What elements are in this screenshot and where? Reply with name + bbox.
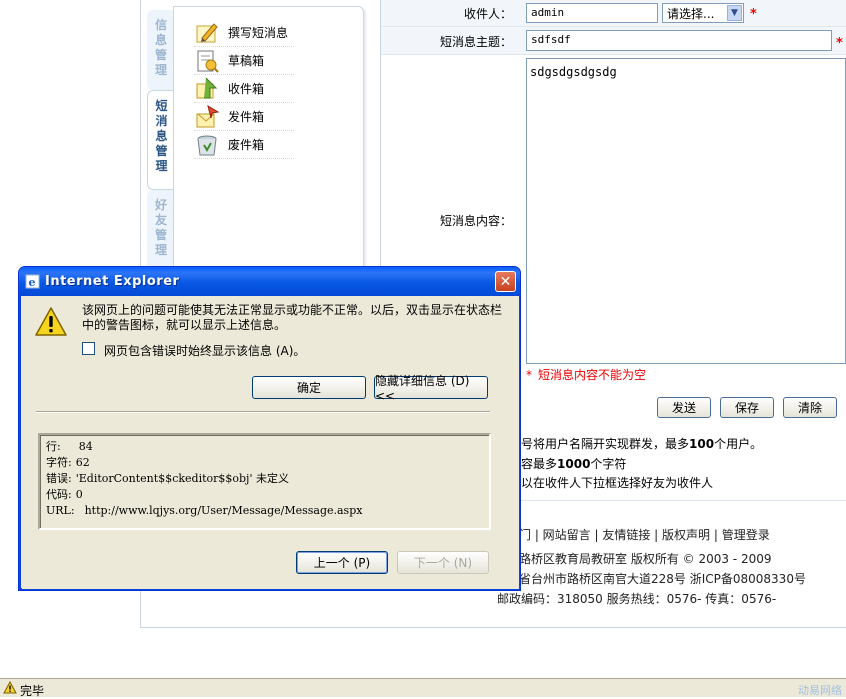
error-details-box: 行: 84 字符: 62 错误: 'EditorContent$$ckedito… <box>38 433 491 530</box>
tip-text: 以在收件人下拉框选择好友为收件人 <box>521 476 714 490</box>
save-button[interactable]: 保存 <box>720 397 774 418</box>
menu-item-inbox[interactable]: 收件箱 <box>194 75 294 103</box>
friend-select[interactable]: 请选择... ▼ <box>662 3 744 23</box>
detail-key: 字符: <box>46 456 72 469</box>
required-mark: * <box>526 368 532 382</box>
tip-text: 个字符 <box>590 457 627 471</box>
footer-address: 省台州市路桥区南官大道228号 浙ICP备08008330号 <box>519 572 806 586</box>
dialog-message: 该网页上的问题可能使其无法正常显示或功能不正常。以后，双击显示在状态栏中的警告图… <box>82 303 503 332</box>
warning-icon <box>34 306 68 338</box>
status-bar <box>0 678 846 697</box>
friend-select-value: 请选择... <box>667 6 715 21</box>
content-label: 短消息内容： <box>439 214 512 228</box>
footer-separator <box>497 500 846 501</box>
chevron-down-icon[interactable]: ▼ <box>727 5 742 21</box>
detail-key: 代码: <box>46 488 72 501</box>
tab-info-management[interactable]: 信息管理 <box>147 10 175 90</box>
tip-line-3: 以在收件人下拉框选择好友为收件人 <box>521 474 713 491</box>
watermark: 动易网络 <box>798 684 842 697</box>
send-button[interactable]: 发送 <box>657 397 711 418</box>
tip-text: 容最多 <box>521 457 558 471</box>
tab-info-label: 信息管理 <box>154 18 167 77</box>
subject-label: 短消息主题： <box>439 35 512 49</box>
detail-value: 'EditorContent$$ckeditor$$obj' 未定义 <box>75 472 289 485</box>
tip-line-2: 容最多1000个字符 <box>521 455 626 472</box>
detail-value: 0 <box>75 488 83 501</box>
tab-friend-label: 好友管理 <box>154 198 167 257</box>
tip-number: 100 <box>689 437 715 451</box>
required-mark: * <box>836 36 843 51</box>
inbox-icon <box>194 76 220 102</box>
ie-icon: e <box>25 274 40 289</box>
previous-button[interactable]: 上一个 (P) <box>296 551 388 574</box>
menu-item-label: 收件箱 <box>228 82 265 96</box>
menu-item-compose[interactable]: 撰写短消息 <box>194 19 294 47</box>
tip-number: 1000 <box>557 457 591 471</box>
detail-row-char: 字符: 62 <box>46 455 483 471</box>
content-textarea[interactable]: sdgsdgsdgsdg <box>526 58 846 364</box>
content-error-message: * 短消息内容不能为空 <box>526 366 646 383</box>
next-button[interactable]: 下一个 (N) <box>397 551 489 574</box>
footer-copyright: 路桥区教育局教研室 版权所有 © 2003 - 2009 <box>519 552 772 566</box>
content-error-text: 短消息内容不能为空 <box>538 368 647 382</box>
clear-button[interactable]: 清除 <box>783 397 837 418</box>
detail-key: 错误: <box>46 472 72 485</box>
dialog-title: Internet Explorer <box>45 274 180 289</box>
detail-key: URL: <box>46 504 75 517</box>
compose-icon <box>194 20 220 46</box>
recipient-input[interactable]: admin <box>526 3 658 23</box>
always-show-checkbox[interactable] <box>82 342 95 355</box>
footer-links[interactable]: 门 | 网站留言 | 友情链接 | 版权声明 | 管理登录 <box>519 526 770 543</box>
dialog-body: 该网页上的问题可能使其无法正常显示或功能不正常。以后，双击显示在状态栏中的警告图… <box>22 296 519 589</box>
detail-value: 62 <box>75 456 90 469</box>
ie-error-dialog: e Internet Explorer ✕ 该网页上的问题可能使其无法正常显示或… <box>18 266 521 591</box>
always-show-checkbox-label[interactable]: 网页包含错误时始终显示该信息 (A)。 <box>104 342 305 359</box>
close-icon: ✕ <box>499 273 512 290</box>
menu-item-outbox[interactable]: 发件箱 <box>194 103 294 131</box>
detail-row-code: 代码: 0 <box>46 487 483 503</box>
menu-item-label: 草稿箱 <box>228 54 265 68</box>
trash-icon <box>194 132 220 158</box>
content-bottom-border <box>140 627 846 628</box>
status-text: 完毕 <box>20 684 45 698</box>
detail-row-error: 错误: 'EditorContent$$ckeditor$$obj' 未定义 <box>46 471 483 487</box>
subject-input[interactable]: sdfsdf <box>526 30 832 51</box>
menu-item-label: 发件箱 <box>228 110 265 124</box>
detail-key: 行: <box>46 440 61 453</box>
outbox-icon <box>194 104 220 130</box>
footer-contact: 邮政编码：318050 服务热线：0576- 传真：0576- <box>497 592 777 606</box>
dialog-titlebar[interactable]: e Internet Explorer ✕ <box>19 267 520 296</box>
tip-text: 个用户。 <box>714 437 763 451</box>
draft-icon <box>194 48 220 74</box>
detail-value: 84 <box>78 440 93 453</box>
menu-item-trash[interactable]: 废件箱 <box>194 131 294 159</box>
ok-button[interactable]: 确定 <box>252 376 366 399</box>
tip-text: 号将用户名隔开实现群发，最多 <box>521 437 690 451</box>
recipient-label: 收件人： <box>463 7 512 21</box>
detail-row-line: 行: 84 <box>46 439 483 455</box>
tab-sms-label: 短消息管理 <box>155 99 168 173</box>
tab-friend-management[interactable]: 好友管理 <box>147 190 175 270</box>
svg-text:e: e <box>29 276 36 289</box>
menu-item-label: 撰写短消息 <box>228 26 289 40</box>
required-mark: * <box>750 7 757 22</box>
dialog-separator <box>36 411 490 413</box>
tab-sms-management[interactable]: 短消息管理 <box>147 90 175 190</box>
sms-menu-panel: 撰写短消息 草稿箱 收件箱 发件箱 废件箱 <box>173 6 364 268</box>
warning-icon[interactable] <box>3 680 17 694</box>
menu-item-label: 废件箱 <box>228 138 265 152</box>
close-button[interactable]: ✕ <box>495 271 516 292</box>
hide-details-button[interactable]: 隐藏详细信息 (D) << <box>374 374 488 403</box>
tip-line-1: 号将用户名隔开实现群发，最多100个用户。 <box>521 435 762 452</box>
detail-row-url: URL: http://www.lqjys.org/User/Message/M… <box>46 503 483 519</box>
detail-value: http://www.lqjys.org/User/Message/Messag… <box>84 504 363 517</box>
menu-item-drafts[interactable]: 草稿箱 <box>194 47 294 75</box>
